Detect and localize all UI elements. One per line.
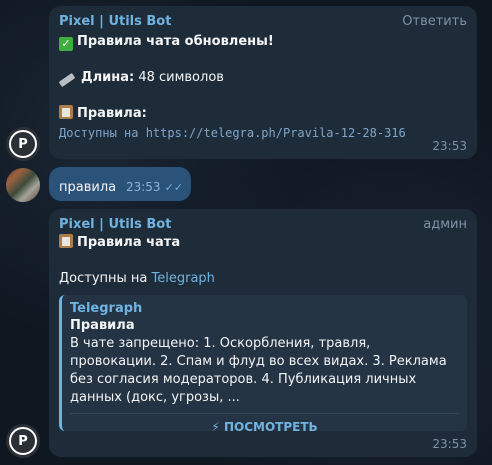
- message-bubble-user[interactable]: правила 23:53 ✓✓: [49, 167, 191, 201]
- ruler-icon: [58, 72, 76, 88]
- message-title-line: Правила чата: [59, 234, 467, 252]
- length-label: Длина:: [81, 70, 135, 85]
- reply-button[interactable]: Ответить: [402, 14, 467, 29]
- rules-link[interactable]: Доступны на https://telegra.ph/Pravila-1…: [59, 124, 467, 142]
- message-line-length: Длина: 48 символов: [58, 69, 467, 88]
- check-icon: ✓: [59, 37, 73, 51]
- preview-description: В чате запрещено: 1. Оскорбления, травля…: [70, 336, 447, 405]
- length-value: 48 символов: [138, 70, 224, 85]
- user-message-text: правила: [59, 180, 117, 195]
- available-prefix: Доступны на: [59, 271, 148, 286]
- preview-divider: [70, 413, 459, 414]
- clipboard-icon: [59, 234, 73, 248]
- clipboard-icon: [59, 105, 73, 119]
- user-message-time: 23:53: [125, 180, 161, 194]
- preview-title: Правила: [70, 318, 135, 333]
- message-line-updated: ✓ Правила чата обновлены!: [59, 33, 467, 51]
- rules-title: Правила чата: [77, 235, 181, 250]
- view-button[interactable]: ⚡ ПОСМОТРЕТЬ: [70, 418, 459, 436]
- telegraph-link[interactable]: Telegraph: [152, 271, 215, 286]
- message-line-rules: Правила:: [59, 105, 467, 123]
- double-check-icon: ✓✓: [164, 181, 183, 194]
- rules-label: Правила:: [77, 106, 147, 121]
- sender-name[interactable]: Pixel | Utils Bot: [59, 217, 467, 232]
- user-avatar[interactable]: [6, 168, 40, 202]
- message-bubble-bot-1[interactable]: Pixel | Utils Bot Ответить ✓ Правила чата…: [49, 6, 477, 159]
- bot-avatar-letter: P: [9, 427, 37, 455]
- preview-site: Telegraph: [70, 301, 143, 316]
- admin-badge: админ: [423, 217, 467, 232]
- bot-avatar-letter: P: [9, 130, 37, 158]
- message-time: 23:53: [432, 139, 467, 153]
- message-time: 23:53: [432, 437, 467, 451]
- bot-avatar[interactable]: P: [6, 127, 40, 161]
- link-preview[interactable]: Telegraph Правила В чате запрещено: 1. О…: [59, 295, 467, 434]
- available-line: Доступны на Telegraph: [59, 270, 467, 288]
- bot-avatar[interactable]: P: [6, 424, 40, 458]
- message-bubble-bot-2[interactable]: Pixel | Utils Bot админ Правила чата Дос…: [49, 209, 477, 457]
- updated-text: Правила чата обновлены!: [77, 34, 274, 49]
- message-status: 23:53 ✓✓: [126, 180, 183, 194]
